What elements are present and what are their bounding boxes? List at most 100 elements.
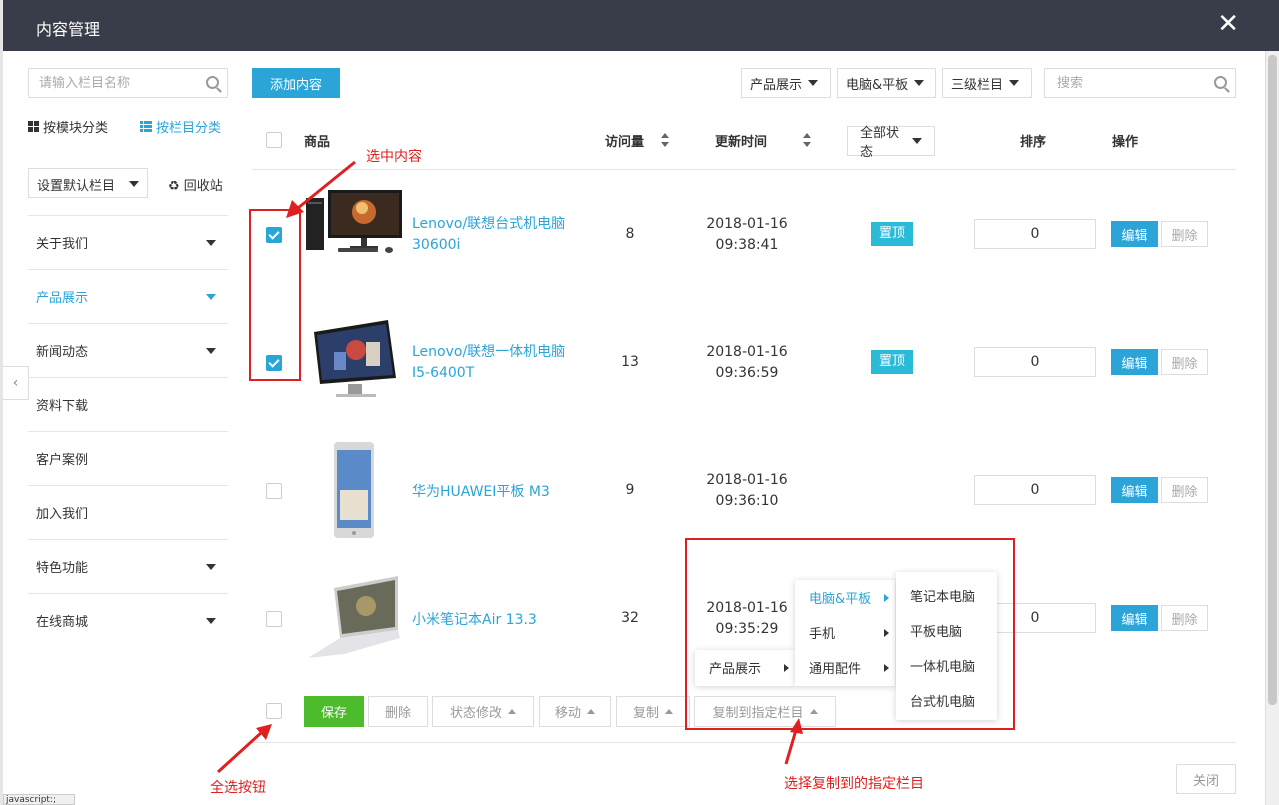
filter-level1-label: 产品展示 [750,77,803,93]
collapse-sidebar-icon[interactable]: ‹ [3,366,29,400]
chevron-down-icon [808,80,819,86]
edit-button[interactable]: 编辑 [1111,221,1158,247]
close-button[interactable]: 关闭 [1176,764,1236,794]
sort-order-input[interactable]: 0 [974,347,1096,377]
sidebar-item-products[interactable]: 产品展示 [28,269,228,323]
default-column-label: 设置默认栏目 [37,179,116,194]
table-row: Lenovo/联想一体机电脑 I5-6400T 13 2018-01-16 09:… [252,298,1236,426]
edit-button[interactable]: 编辑 [1111,349,1158,375]
add-content-button[interactable]: 添加内容 [252,68,340,98]
move-button[interactable]: 移动 [539,696,611,727]
column-header-visits[interactable]: 访问量 [605,131,644,150]
product-name-link[interactable]: Lenovo/联想一体机电脑 I5-6400T [412,342,582,384]
close-icon[interactable]: ✕ [1217,11,1239,37]
sort-icon[interactable] [661,133,669,147]
sidebar-item-about[interactable]: 关于我们 [28,215,228,269]
edit-button[interactable]: 编辑 [1111,477,1158,503]
search-icon[interactable] [206,76,219,89]
pin-top-badge[interactable]: 置顶 [871,222,913,246]
batch-delete-button[interactable]: 删除 [368,696,428,727]
update-clock: 09:36:59 [715,365,779,381]
delete-button[interactable]: 删除 [1161,349,1208,375]
recycle-bin-link[interactable]: ♻ 回收站 [168,175,223,194]
table-row: Lenovo/联想台式机电脑 30600i 8 2018-01-16 09:38:… [252,170,1236,298]
annotation-copy-target: 选择复制到的指定栏目 [784,776,924,792]
visit-count: 32 [621,610,639,626]
sidebar-item-news[interactable]: 新闻动态 [28,323,228,377]
browser-status-text: javascript:; [3,794,75,805]
delete-button[interactable]: 删除 [1161,477,1208,503]
status-change-button[interactable]: 状态修改 [432,696,534,727]
copy-button[interactable]: 复制 [616,696,690,727]
visit-count: 9 [625,482,635,498]
status-filter-label: 全部状态 [860,126,900,160]
copy-label: 复制 [632,706,659,721]
product-name-link[interactable]: 华为HUAWEI平板 M3 [412,482,582,503]
update-date: 2018-01-16 [706,344,788,360]
classify-by-module-toggle[interactable]: 按模块分类 [28,117,108,136]
row-checkbox[interactable] [266,483,282,499]
update-date: 2018-01-16 [706,216,788,232]
update-date: 2018-01-16 [706,472,788,488]
sidebar-item-cases[interactable]: 客户案例 [28,431,228,485]
table-row: 华为HUAWEI平板 M3 9 2018-01-16 09:36:10 0 编辑 … [252,426,1236,554]
sidebar-item-label: 在线商城 [36,615,89,630]
sidebar-item-join[interactable]: 加入我们 [28,485,228,539]
select-all-checkbox[interactable] [266,703,282,719]
visit-count: 13 [621,354,639,370]
filter-level2-label: 电脑&平板 [846,77,909,93]
sidebar-item-label: 产品展示 [36,291,89,306]
product-name-link[interactable]: Lenovo/联想台式机电脑 30600i [412,214,582,256]
annotation-highlight-box [685,538,1015,730]
sort-order-input[interactable]: 0 [974,475,1096,505]
scrollbar-thumb[interactable] [1268,55,1277,705]
sidebar-item-label: 资料下载 [36,399,89,414]
delete-button[interactable]: 删除 [1161,605,1208,631]
status-filter-select[interactable]: 全部状态 [847,126,935,160]
annotation-select-content: 选中内容 [366,149,422,165]
product-name-link[interactable]: 小米笔记本Air 13.3 [412,610,582,631]
divider [252,742,1236,743]
save-button[interactable]: 保存 [304,696,364,727]
chevron-down-icon[interactable] [206,293,216,300]
chevron-down-icon[interactable] [206,239,216,246]
product-thumbnail [308,576,400,658]
dialog-titlebar: 内容管理 ✕ [3,0,1279,51]
sidebar-item-features[interactable]: 特色功能 [28,539,228,593]
classify-by-column-toggle[interactable]: 按栏目分类 [140,117,221,136]
default-column-select[interactable]: 设置默认栏目 [28,168,148,198]
vertical-scrollbar[interactable] [1265,51,1279,805]
product-thumbnail [314,320,396,397]
content-search-input[interactable] [1045,69,1195,97]
filter-level3-select[interactable]: 三级栏目 [942,68,1032,98]
header-select-all-checkbox[interactable] [266,132,282,148]
delete-button[interactable]: 删除 [1161,221,1208,247]
search-icon[interactable] [1214,76,1227,89]
chevron-down-icon [912,138,922,144]
annotation-select-all: 全选按钮 [210,780,266,796]
chevron-down-icon[interactable] [206,347,216,354]
pin-top-badge[interactable]: 置顶 [871,350,913,374]
chevron-up-icon [665,709,673,714]
column-header-updated[interactable]: 更新时间 [715,131,767,150]
chevron-down-icon [914,80,925,86]
chevron-down-icon[interactable] [206,563,216,570]
column-search-box [28,68,228,98]
chevron-down-icon[interactable] [206,617,216,624]
column-search-input[interactable] [29,69,189,97]
sidebar-item-downloads[interactable]: 资料下载 [28,377,228,431]
sidebar-item-label: 加入我们 [36,507,89,522]
row-checkbox[interactable] [266,611,282,627]
classify-by-module-label: 按模块分类 [43,121,109,136]
filter-level2-select[interactable]: 电脑&平板 [837,68,936,98]
update-time: 2018-01-16 09:36:59 [692,342,802,384]
visit-count: 8 [625,226,635,242]
edit-button[interactable]: 编辑 [1111,605,1158,631]
sidebar-item-shop[interactable]: 在线商城 [28,593,228,647]
classify-by-column-label: 按栏目分类 [156,121,222,136]
sort-order-input[interactable]: 0 [974,219,1096,249]
sort-icon[interactable] [803,133,811,147]
filter-level1-select[interactable]: 产品展示 [741,68,831,98]
sidebar-item-label: 关于我们 [36,237,89,252]
product-thumbnail [334,442,374,538]
